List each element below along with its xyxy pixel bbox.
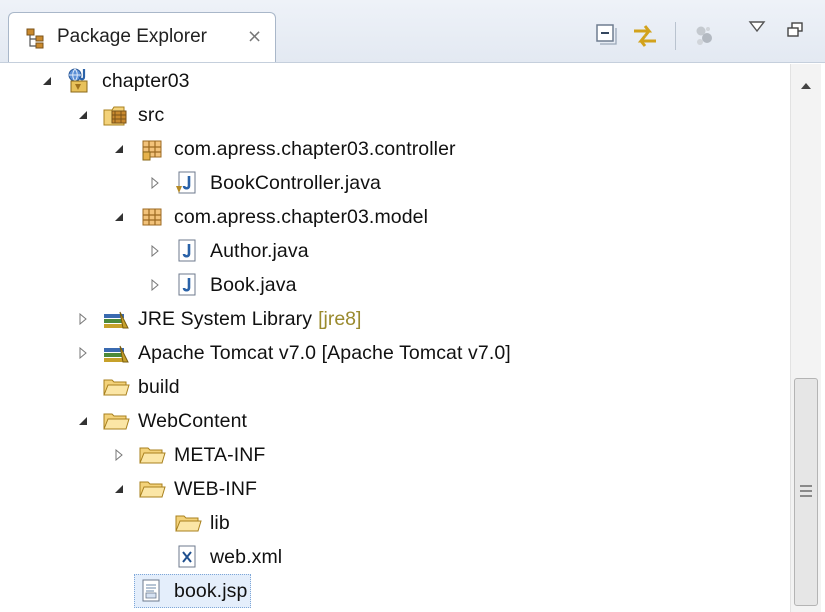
close-icon[interactable]: ⨯ <box>247 26 262 47</box>
tree-item-label: src <box>138 103 165 126</box>
no-twistie <box>72 370 94 404</box>
tree-item-author-java[interactable]: Author.java <box>144 234 309 268</box>
tree-item-web-inf[interactable]: WEB-INF <box>108 472 257 506</box>
java-file-icon <box>174 237 202 265</box>
folder-open-icon <box>102 407 130 435</box>
tree-item-label: META-INF <box>174 443 266 466</box>
package-explorer-tab[interactable]: Package Explorer ⨯ <box>8 12 276 62</box>
expanded-icon[interactable] <box>36 64 58 98</box>
collapsed-icon[interactable] <box>72 336 94 370</box>
tree-item-meta-inf[interactable]: META-INF <box>108 438 265 472</box>
tree-item-build[interactable]: build <box>72 370 180 404</box>
tree-item-label: lib <box>210 511 230 534</box>
tree-item-label: chapter03 <box>102 69 190 92</box>
web-project-icon <box>66 67 94 95</box>
scrollbar-thumb[interactable] <box>794 378 818 606</box>
collapsed-icon[interactable] <box>144 166 166 200</box>
expanded-icon[interactable] <box>72 98 94 132</box>
no-twistie <box>108 574 130 608</box>
source-folder-icon <box>102 101 130 129</box>
folder-icon <box>102 373 130 401</box>
collapsed-icon[interactable] <box>72 302 94 336</box>
tree-item-tomcat-library[interactable]: Apache Tomcat v7.0 [Apache Tomcat v7.0] <box>72 336 511 370</box>
tree-item-label: BookController.java <box>210 171 381 194</box>
collapsed-icon[interactable] <box>108 438 130 472</box>
selection-highlight[interactable]: book.jsp <box>134 574 252 608</box>
expanded-icon[interactable] <box>108 472 130 506</box>
tree-item-label: JRE System Library <box>138 307 313 330</box>
tree-item-label: Apache Tomcat v7.0 [Apache Tomcat v7.0] <box>138 341 511 364</box>
tree-item-src[interactable]: src <box>72 98 164 132</box>
view-menu-icon[interactable] <box>748 20 766 39</box>
xml-file-icon <box>174 543 202 571</box>
link-with-editor-icon[interactable] <box>631 22 659 55</box>
jsp-file-icon <box>138 577 166 605</box>
expanded-icon[interactable] <box>72 404 94 438</box>
view-tab-bar: Package Explorer ⨯ <box>0 0 825 63</box>
tree-item-book-jsp[interactable]: book.jsp <box>108 574 252 608</box>
tree-item-chapter03[interactable]: chapter03 <box>36 64 190 98</box>
tree-item-label: com.apress.chapter03.model <box>174 205 429 228</box>
jre-decoration: [jre8] <box>318 307 362 330</box>
tree-item-webcontent[interactable]: WebContent <box>72 404 247 438</box>
collapsed-icon[interactable] <box>144 234 166 268</box>
tree-item-lib[interactable]: lib <box>144 506 230 540</box>
tree-item-model-package[interactable]: com.apress.chapter03.model <box>108 200 428 234</box>
library-icon <box>102 339 130 367</box>
toolbar-separator <box>675 22 676 50</box>
tree-item-controller-package[interactable]: com.apress.chapter03.controller <box>108 132 456 166</box>
tree-item-label: com.apress.chapter03.controller <box>174 137 456 160</box>
tree-item-label: Book.java <box>210 273 297 296</box>
tree-item-label: WEB-INF <box>174 477 258 500</box>
view-title: Package Explorer <box>57 26 207 47</box>
minimize-icon[interactable] <box>785 21 805 44</box>
tree-item-book-java[interactable]: Book.java <box>144 268 297 302</box>
expanded-icon[interactable] <box>108 132 130 166</box>
package-explorer-icon <box>25 27 47 54</box>
tree-item-label: build <box>138 375 180 398</box>
no-twistie <box>144 506 166 540</box>
filter-icon[interactable] <box>692 22 718 53</box>
tree-item-bookcontroller-java[interactable]: BookController.java <box>144 166 381 200</box>
java-file-icon <box>174 271 202 299</box>
java-file-icon <box>174 169 202 197</box>
vertical-scrollbar[interactable] <box>790 64 821 612</box>
collapsed-icon[interactable] <box>144 268 166 302</box>
tree-item-label: web.xml <box>210 545 283 568</box>
no-twistie <box>144 540 166 574</box>
tree-item-label: Author.java <box>210 239 309 262</box>
collapse-all-icon[interactable] <box>593 22 619 53</box>
tree-item-label: book.jsp <box>174 579 248 602</box>
scroll-up-icon[interactable] <box>800 78 812 96</box>
package-icon <box>138 135 166 163</box>
project-tree: chapter03 src com.apress.chapter03.contr… <box>0 64 790 612</box>
grip-icon <box>800 485 812 500</box>
library-icon <box>102 305 130 333</box>
folder-open-icon <box>138 475 166 503</box>
folder-icon <box>138 441 166 469</box>
folder-icon <box>174 509 202 537</box>
package-explorer-view: Package Explorer ⨯ chapter03 src com.apr… <box>0 0 825 612</box>
tree-item-label: WebContent <box>138 409 248 432</box>
expanded-icon[interactable] <box>108 200 130 234</box>
tree-item-jre-library[interactable]: JRE System Library [jre8] <box>72 302 361 336</box>
tree-item-web-xml[interactable]: web.xml <box>144 540 282 574</box>
package-icon <box>138 203 166 231</box>
